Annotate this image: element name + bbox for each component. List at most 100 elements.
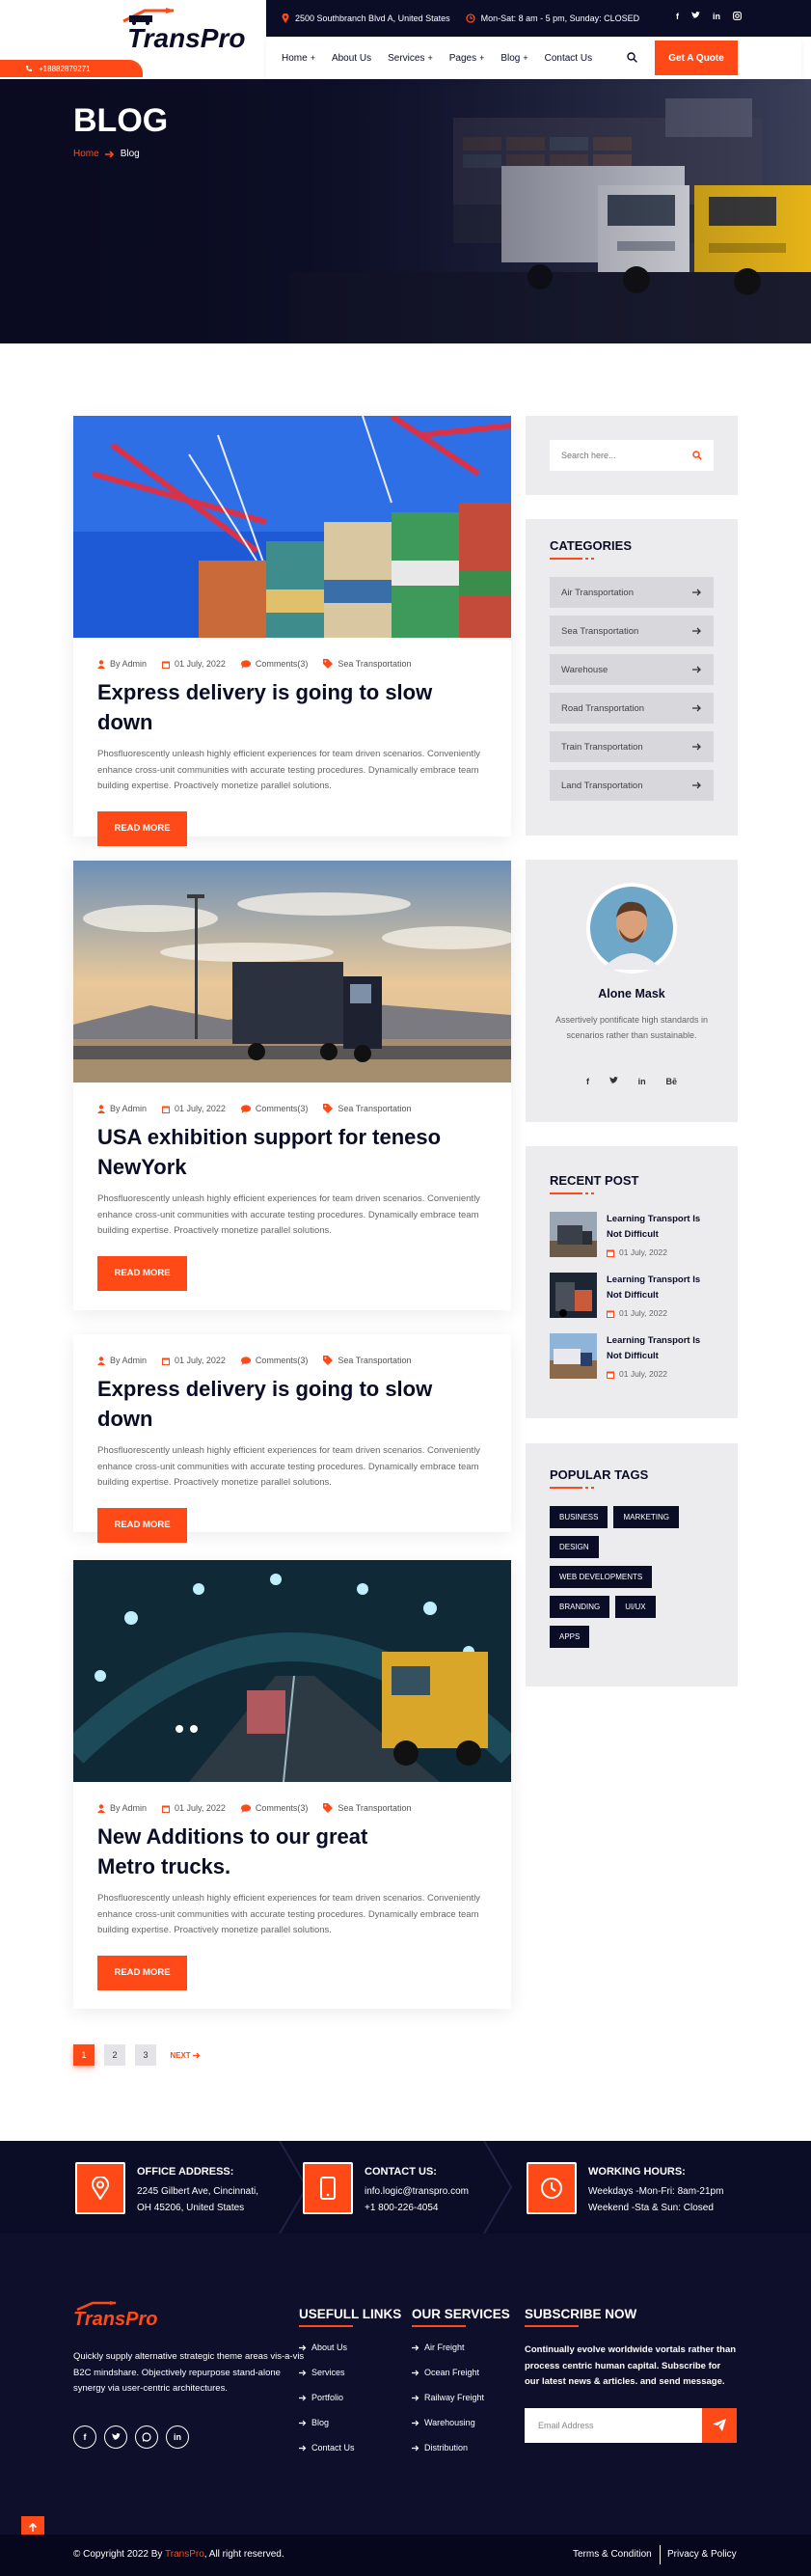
twitter-icon[interactable] [104,2425,127,2449]
author-label: By Admin [110,659,148,669]
category-item[interactable]: Warehouse [550,654,714,685]
meta-author[interactable]: By Admin [97,659,147,669]
tag-item[interactable]: BUSINESS [550,1506,608,1528]
meta-comments[interactable]: Comments(3) [240,1356,308,1365]
send-button[interactable] [702,2407,737,2443]
recent-post-item[interactable]: Learning Transport Is Not Difficult 01 Ju… [550,1333,714,1379]
privacy-link[interactable]: Privacy & Policy [667,2549,737,2560]
site-logo[interactable]: TransPro [127,23,245,54]
read-more-button[interactable]: READ MORE [97,810,187,846]
recent-posts-widget: RECENT POST Learning Transport Is Not Di… [526,1146,738,1418]
search-widget: Search here... [526,416,738,495]
meta-category[interactable]: Sea Transportation [323,1356,411,1365]
post-title[interactable]: Express delivery is going to slow down [97,677,487,737]
footer-link[interactable]: Blog [299,2418,401,2427]
nav-blog[interactable]: Blog + [500,53,527,64]
terms-link[interactable]: Terms & Condition [573,2549,652,2560]
footer-link[interactable]: Distribution [412,2443,510,2453]
tag-item[interactable]: BRANDING [550,1596,610,1618]
nav-contact[interactable]: Contact Us [545,53,592,64]
search-icon[interactable] [692,451,702,460]
facebook-icon[interactable]: f [676,12,679,21]
tag-item[interactable]: DESIGN [550,1536,599,1558]
arrow-right-icon [104,150,115,158]
contact-email[interactable]: info.logic@transpro.com [365,2183,469,2200]
email-field[interactable]: Email Address [525,2407,702,2443]
read-more-button[interactable]: READ MORE [97,1255,187,1291]
post-title[interactable]: New Additions to our great Metro trucks. [97,1822,425,1881]
phone-band[interactable]: +18882879271 [0,60,143,77]
meta-comments[interactable]: Comments(3) [240,1104,308,1113]
footer-link[interactable]: Contact Us [299,2443,401,2453]
behance-icon[interactable]: Bē [665,1077,677,1086]
instagram-icon[interactable] [733,12,742,21]
twitter-icon[interactable] [608,1077,618,1086]
footer-logo[interactable]: TransPro [73,2301,157,2331]
page-1-button[interactable]: 1 [73,2044,95,2066]
meta-category[interactable]: Sea Transportation [323,1104,411,1113]
meta-comments[interactable]: Comments(3) [240,1803,309,1813]
meta-author[interactable]: By Admin [97,1356,147,1365]
contact-phone[interactable]: +1 800-226-4054 [365,2200,469,2216]
clock-icon [465,14,475,23]
facebook-icon[interactable]: f [586,1077,589,1086]
page-3-button[interactable]: 3 [135,2044,156,2066]
blog-post-card: By Admin 01 July, 2022 Comments(3) Sea T… [73,1334,511,1543]
meta-author[interactable]: By Admin [97,1104,147,1113]
category-label: Sea Transportation [338,659,412,669]
nav-pages[interactable]: Pages + [449,53,485,64]
page-2-button[interactable]: 2 [104,2044,125,2066]
footer-link[interactable]: Ocean Freight [412,2368,510,2377]
post-image-tunnel-trucks[interactable] [73,1560,511,1782]
nav-home[interactable]: Home + [282,53,315,64]
search-input[interactable]: Search here... [550,440,714,471]
footer-link[interactable]: Services [299,2368,401,2377]
category-item[interactable]: Land Transportation [550,770,714,801]
comments-label: Comments(3) [255,1803,309,1813]
tag-item[interactable]: WEB DEVELOPMENTS [550,1566,653,1588]
meta-category[interactable]: Sea Transportation [323,659,411,669]
post-title[interactable]: USA exhibition support for teneso NewYor… [97,1122,445,1182]
tag-item[interactable]: UI/UX [615,1596,656,1618]
read-more-button[interactable]: READ MORE [97,1507,187,1543]
get-quote-button[interactable]: Get A Quote [655,41,738,75]
category-label: Train Transportation [561,741,643,753]
meta-category[interactable]: Sea Transportation [323,1803,411,1813]
linkedin-icon[interactable]: in [638,1077,646,1086]
category-item[interactable]: Road Transportation [550,693,714,724]
footer-link[interactable]: Portfolio [299,2393,401,2402]
footer-link[interactable]: Air Freight [412,2343,510,2352]
recent-post-title[interactable]: Learning Transport Is Not Difficult [607,1333,714,1364]
nav-about[interactable]: About Us [332,53,371,64]
post-title[interactable]: Express delivery is going to slow down [97,1374,487,1434]
footer-link-label: Blog [311,2418,330,2427]
footer-link[interactable]: Warehousing [412,2418,510,2427]
footer-link[interactable]: Railway Freight [412,2393,510,2402]
linkedin-icon[interactable]: in [166,2425,189,2449]
post-image-cranes[interactable] [73,416,511,638]
copyright-brand[interactable]: TransPro [165,2549,204,2560]
post-image-truck-desert[interactable] [73,861,511,1082]
category-item[interactable]: Sea Transportation [550,616,714,646]
tag-item[interactable]: APPS [550,1626,590,1648]
meta-author[interactable]: By Admin [97,1803,147,1813]
whatsapp-icon[interactable] [135,2425,158,2449]
meta-comments[interactable]: Comments(3) [240,659,308,669]
linkedin-icon[interactable]: in [713,12,720,21]
facebook-icon[interactable]: f [73,2425,96,2449]
nav-services[interactable]: Services + [388,53,433,64]
next-page-button[interactable]: NEXT [168,2044,203,2066]
recent-post-title[interactable]: Learning Transport Is Not Difficult [607,1273,714,1303]
breadcrumb-home[interactable]: Home [73,149,99,159]
phone-number: +18882879271 [39,64,91,73]
twitter-icon[interactable] [691,12,700,21]
read-more-button[interactable]: READ MORE [97,1955,187,1990]
recent-post-title[interactable]: Learning Transport Is Not Difficult [607,1212,714,1243]
search-icon[interactable] [627,52,637,63]
footer-link[interactable]: About Us [299,2343,401,2352]
category-item[interactable]: Air Transportation [550,577,714,608]
recent-post-item[interactable]: Learning Transport Is Not Difficult 01 Ju… [550,1273,714,1318]
tag-item[interactable]: MARKETING [613,1506,680,1528]
recent-post-item[interactable]: Learning Transport Is Not Difficult 01 Ju… [550,1212,714,1257]
category-item[interactable]: Train Transportation [550,731,714,762]
